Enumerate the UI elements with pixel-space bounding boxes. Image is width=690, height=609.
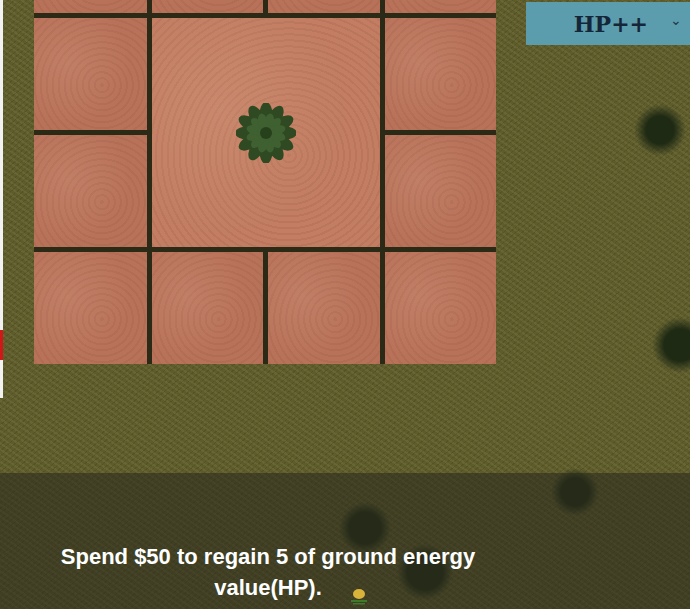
soil-tile[interactable] <box>152 252 263 364</box>
message-panel: Spend $50 to regain 5 of ground energy v… <box>0 473 690 609</box>
soil-tile[interactable] <box>385 18 496 130</box>
edge-bar <box>0 0 3 398</box>
soil-tile[interactable] <box>34 252 147 364</box>
plant-icon <box>236 103 296 163</box>
message-text: Spend $50 to regain 5 of ground energy v… <box>18 541 518 603</box>
soil-tile[interactable] <box>152 0 263 13</box>
soil-tile[interactable] <box>268 252 380 364</box>
soil-tile[interactable] <box>385 135 496 247</box>
field-area <box>0 0 690 364</box>
soil-tile[interactable] <box>34 135 147 247</box>
soil-tile[interactable] <box>268 0 380 13</box>
dropdown-value: HP++ <box>574 11 648 37</box>
soil-tile[interactable] <box>34 18 147 130</box>
soil-tile[interactable] <box>385 0 496 13</box>
field-grid <box>34 0 496 364</box>
soil-tile[interactable] <box>385 252 496 364</box>
soil-tile[interactable] <box>34 0 147 13</box>
upgrade-dropdown[interactable]: HP++ ⌄ <box>526 2 690 45</box>
chevron-icon: ⌄ <box>670 13 682 35</box>
game-scene: HP++ ⌄ Spend $50 to regain 5 of ground ene… <box>0 0 690 609</box>
coin-icon <box>349 587 369 605</box>
planted-tile[interactable] <box>152 18 380 247</box>
